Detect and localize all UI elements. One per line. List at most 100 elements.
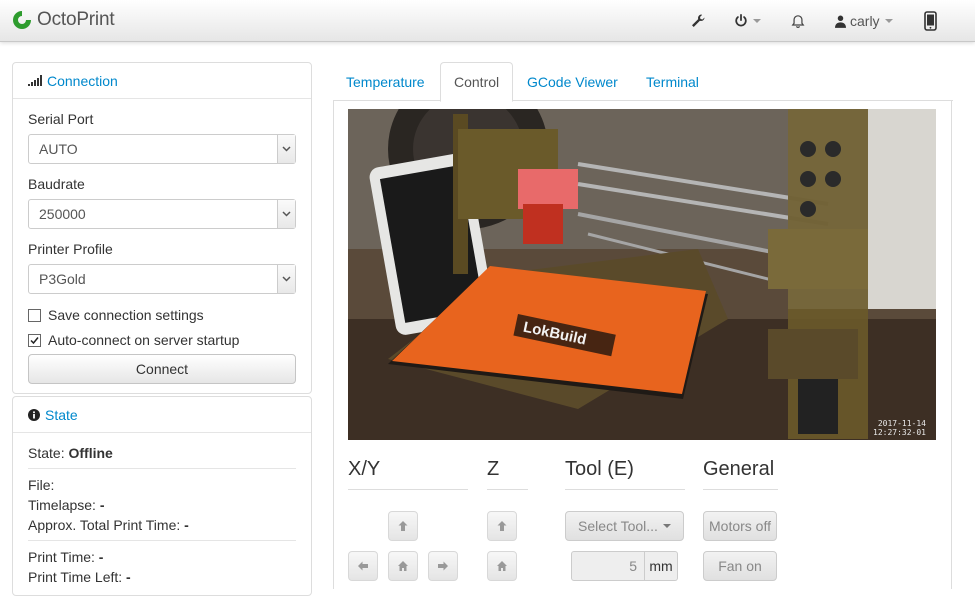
timelapse-line: Timelapse: - <box>28 497 105 513</box>
state-line: State: Offline <box>28 445 113 461</box>
print-time-left-value: - <box>126 569 131 585</box>
extrude-unit: mm <box>645 551 678 581</box>
navbar: OctoPrint carly <box>0 0 975 42</box>
baudrate-select[interactable]: 250000 <box>28 199 296 229</box>
extrude-amount-input[interactable]: 5 <box>571 551 645 581</box>
main-tabs: Temperature Control GCode Viewer Termina… <box>333 62 953 102</box>
tab-gcode-viewer[interactable]: GCode Viewer <box>514 62 631 101</box>
timelapse-value: - <box>99 497 105 513</box>
baudrate-label: Baudrate <box>28 176 85 192</box>
save-settings-row: Save connection settings <box>28 307 204 323</box>
home-icon <box>497 561 507 571</box>
chevron-down-icon <box>662 524 671 528</box>
chevron-down-icon <box>753 19 761 23</box>
baudrate-value: 250000 <box>39 206 86 222</box>
print-time-value: - <box>98 549 104 565</box>
print-time-line: Print Time: - <box>28 549 103 565</box>
autoconnect-checkbox[interactable] <box>28 333 41 347</box>
info-icon <box>28 408 40 421</box>
brand[interactable]: OctoPrint <box>12 9 115 31</box>
printer-profile-label: Printer Profile <box>28 241 113 257</box>
arrow-right-icon <box>438 561 448 571</box>
divider <box>703 489 778 490</box>
username: carly <box>850 13 880 29</box>
print-time-left-label: Print Time Left: <box>28 569 123 585</box>
xy-title: X/Y <box>348 458 381 480</box>
system-menu-button[interactable] <box>734 0 761 42</box>
state-title[interactable]: State <box>45 407 78 423</box>
state-heading[interactable]: State <box>13 397 311 433</box>
webcam-time: 12:27:32-01 <box>873 428 926 437</box>
user-menu-button[interactable]: carly <box>835 0 893 42</box>
select-tool-label: Select Tool... <box>578 518 658 534</box>
select-tool-dropdown[interactable]: Select Tool... <box>565 511 684 541</box>
serial-port-select[interactable]: AUTO <box>28 134 296 164</box>
fan-on-button[interactable]: Fan on <box>703 551 777 581</box>
approx-print-time-label: Approx. Total Print Time: <box>28 517 181 533</box>
divider <box>28 468 296 469</box>
webcam-date: 2017-11-14 <box>877 419 926 428</box>
jog-x-minus-button[interactable] <box>348 551 378 581</box>
tab-terminal[interactable]: Terminal <box>633 62 712 101</box>
autoconnect-label: Auto-connect on server startup <box>48 332 240 348</box>
jog-x-plus-button[interactable] <box>428 551 458 581</box>
mobile-icon <box>924 11 937 31</box>
home-z-button[interactable] <box>487 551 517 581</box>
file-label: File: <box>28 477 55 493</box>
tool-title: Tool (E) <box>565 458 634 480</box>
home-icon <box>398 561 408 571</box>
jog-z-plus-button[interactable] <box>487 511 517 541</box>
chevron-down-icon <box>277 265 295 293</box>
chevron-down-icon <box>277 135 295 163</box>
arrow-up-icon <box>398 521 408 531</box>
motors-off-button[interactable]: Motors off <box>703 511 777 541</box>
notifications-button[interactable] <box>791 0 805 42</box>
signal-icon <box>28 75 42 86</box>
serial-port-value: AUTO <box>39 141 78 157</box>
divider <box>348 489 468 490</box>
printer-profile-select[interactable]: P3Gold <box>28 264 296 294</box>
user-icon <box>835 15 846 28</box>
extrude-amount-group: 5 mm <box>571 551 678 581</box>
tab-control[interactable]: Control <box>440 62 514 102</box>
state-panel: State State: Offline File: Timelapse: - … <box>12 396 312 596</box>
tab-temperature[interactable]: Temperature <box>333 62 438 101</box>
approx-print-time-value: - <box>184 517 189 533</box>
state-value: Offline <box>68 445 113 461</box>
divider <box>487 489 528 490</box>
octoprint-logo-icon <box>13 11 31 29</box>
wrench-icon <box>692 14 705 27</box>
power-icon <box>735 14 747 27</box>
serial-port-label: Serial Port <box>28 111 94 127</box>
arrow-up-icon <box>497 521 507 531</box>
state-label: State: <box>28 445 65 461</box>
divider <box>565 489 685 490</box>
connection-heading[interactable]: Connection <box>13 63 311 99</box>
print-time-label: Print Time: <box>28 549 95 565</box>
save-settings-label: Save connection settings <box>48 307 204 323</box>
brand-name: OctoPrint <box>37 9 115 30</box>
timelapse-label: Timelapse: <box>28 497 96 513</box>
connection-panel: Connection Serial Port AUTO Baudrate 250… <box>12 62 312 394</box>
jog-y-plus-button[interactable] <box>388 511 418 541</box>
mobile-view-button[interactable] <box>924 0 937 42</box>
print-time-left-line: Print Time Left: - <box>28 569 131 585</box>
z-title: Z <box>487 458 500 480</box>
general-title: General <box>703 458 775 480</box>
webcam-image: LokBuild <box>348 109 936 440</box>
approx-print-time-line: Approx. Total Print Time: - <box>28 517 189 533</box>
webcam-timestamp: 2017-11-14 12:27:32-01 <box>873 419 926 437</box>
printer-profile-value: P3Gold <box>39 271 86 287</box>
settings-button[interactable] <box>690 0 706 42</box>
home-xy-button[interactable] <box>388 551 418 581</box>
connection-title[interactable]: Connection <box>47 73 118 89</box>
connect-button[interactable]: Connect <box>28 354 296 384</box>
webcam-stream: LokBuild 2017-11-14 12:27:32-01 <box>348 109 936 440</box>
save-settings-checkbox[interactable] <box>28 308 41 322</box>
checkmark-icon <box>30 336 39 344</box>
divider <box>28 540 296 541</box>
chevron-down-icon <box>277 200 295 228</box>
arrow-left-icon <box>358 561 368 571</box>
chevron-down-icon <box>884 19 893 23</box>
bell-icon <box>791 14 805 28</box>
